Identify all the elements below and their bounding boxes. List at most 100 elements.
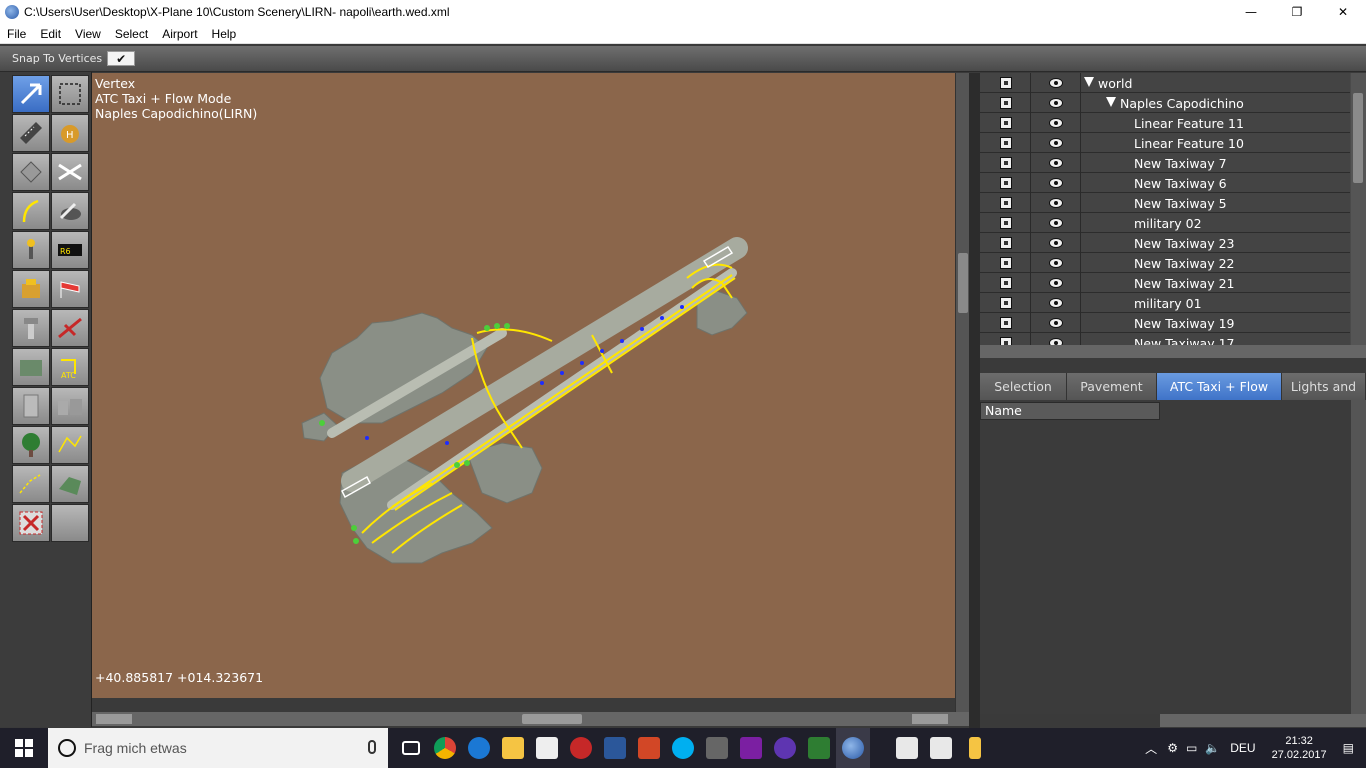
hierarchy-row[interactable]: New Taxiway 19 <box>980 313 1350 333</box>
maximize-button[interactable]: ❐ <box>1274 0 1320 24</box>
taskbar-java-1[interactable] <box>890 728 924 768</box>
eye-icon[interactable] <box>1049 178 1063 188</box>
hierarchy-row[interactable]: military 02 <box>980 213 1350 233</box>
eye-icon[interactable] <box>1049 198 1063 208</box>
atc-tool[interactable]: ATC <box>51 348 89 386</box>
forest-tool[interactable] <box>12 426 50 464</box>
taskbar-app-d[interactable] <box>768 728 802 768</box>
notifications-icon[interactable]: ▤ <box>1343 741 1354 755</box>
polygon-line-tool[interactable] <box>12 465 50 503</box>
ramp-start-tool[interactable] <box>51 309 89 347</box>
object-string-tool[interactable] <box>51 387 89 425</box>
sign-tool[interactable]: R6 <box>51 231 89 269</box>
hierarchy-vscroll-thumb[interactable] <box>1353 93 1363 183</box>
menu-view[interactable]: View <box>68 27 108 41</box>
hierarchy-row[interactable]: Linear Feature 10 <box>980 133 1350 153</box>
lock-icon[interactable] <box>1000 197 1012 209</box>
tray-battery-icon[interactable]: ▭ <box>1186 741 1197 755</box>
taskbar-app-b[interactable] <box>700 728 734 768</box>
close-button[interactable]: ✕ <box>1320 0 1366 24</box>
hierarchy-row[interactable]: military 01 <box>980 293 1350 313</box>
task-view-button[interactable] <box>394 728 428 768</box>
hierarchy-row[interactable]: New Taxiway 21 <box>980 273 1350 293</box>
lock-icon[interactable] <box>1000 317 1012 329</box>
hierarchy-row[interactable]: New Taxiway 5 <box>980 193 1350 213</box>
draped-polygon-tool[interactable] <box>51 465 89 503</box>
lock-icon[interactable] <box>1000 217 1012 229</box>
windsock-tool[interactable] <box>51 270 89 308</box>
taskbar-wed[interactable] <box>836 728 870 768</box>
tab-lights[interactable]: Lights and <box>1282 373 1366 400</box>
tray-chevron-up-icon[interactable]: ︿ <box>1145 740 1157 757</box>
disclosure-triangle-icon[interactable] <box>1084 77 1094 87</box>
map-vertical-scrollbar[interactable] <box>955 73 969 713</box>
taskbar-app-e[interactable] <box>802 728 836 768</box>
lock-icon[interactable] <box>1000 337 1012 345</box>
scroll-right-arrow-icon[interactable] <box>912 714 948 724</box>
taskbar-search[interactable]: Frag mich etwas <box>48 728 388 768</box>
lock-icon[interactable] <box>1000 177 1012 189</box>
hierarchy-row[interactable]: world <box>980 73 1350 93</box>
tab-selection[interactable]: Selection <box>980 373 1067 400</box>
eye-icon[interactable] <box>1049 158 1063 168</box>
taskbar-chrome[interactable] <box>428 728 462 768</box>
map-vscroll-thumb[interactable] <box>958 253 968 313</box>
taskbar-edge[interactable] <box>462 728 496 768</box>
hole-tool[interactable] <box>51 153 89 191</box>
tray-volume-icon[interactable]: 🔈 <box>1205 741 1220 755</box>
menu-edit[interactable]: Edit <box>33 27 68 41</box>
taskbar-skype[interactable] <box>666 728 700 768</box>
line-tool[interactable] <box>51 426 89 464</box>
name-column-header[interactable]: Name <box>980 402 1160 420</box>
lock-icon[interactable] <box>1000 137 1012 149</box>
taxi-line-tool[interactable] <box>12 192 50 230</box>
map-view[interactable]: Vertex ATC Taxi + Flow Mode Naples Capod… <box>92 73 955 698</box>
taskbar-app-a[interactable] <box>564 728 598 768</box>
lock-icon[interactable] <box>1000 297 1012 309</box>
hierarchy-row[interactable]: Naples Capodichino <box>980 93 1350 113</box>
pane-splitter[interactable] <box>969 73 980 728</box>
minimize-button[interactable]: — <box>1228 0 1274 24</box>
snap-to-vertices-checkbox[interactable]: ✔ <box>107 51 136 66</box>
menu-file[interactable]: File <box>0 27 33 41</box>
vertex-tool[interactable] <box>12 75 50 113</box>
marquee-tool[interactable] <box>51 75 89 113</box>
object-tool[interactable] <box>12 387 50 425</box>
taskbar-file[interactable] <box>958 728 992 768</box>
eye-icon[interactable] <box>1049 238 1063 248</box>
tray-network-icon[interactable]: ⚙ <box>1167 741 1178 755</box>
lock-icon[interactable] <box>1000 257 1012 269</box>
empty-tool[interactable] <box>51 504 89 542</box>
menu-help[interactable]: Help <box>205 27 244 41</box>
property-horizontal-scrollbar[interactable] <box>1160 714 1366 727</box>
tab-atc-taxi-flow[interactable]: ATC Taxi + Flow <box>1157 373 1282 400</box>
scroll-left-arrow-icon[interactable] <box>96 714 132 724</box>
lock-icon[interactable] <box>1000 117 1012 129</box>
taskbar-powerpoint[interactable] <box>632 728 666 768</box>
hierarchy-row[interactable]: New Taxiway 7 <box>980 153 1350 173</box>
helipad-tool[interactable]: H <box>51 114 89 152</box>
facade-tool[interactable] <box>12 348 50 386</box>
tab-pavement[interactable]: Pavement <box>1067 373 1157 400</box>
hierarchy-row[interactable]: New Taxiway 17 <box>980 333 1350 345</box>
microphone-icon[interactable] <box>368 740 376 754</box>
lock-icon[interactable] <box>1000 157 1012 169</box>
lock-icon[interactable] <box>1000 97 1012 109</box>
menu-select[interactable]: Select <box>108 27 155 41</box>
tray-language[interactable]: DEU <box>1230 741 1255 755</box>
lock-icon[interactable] <box>1000 77 1012 89</box>
taxiway-tool[interactable] <box>12 153 50 191</box>
eye-icon[interactable] <box>1049 298 1063 308</box>
menu-airport[interactable]: Airport <box>155 27 204 41</box>
tray-clock[interactable]: 21:32 27.02.2017 <box>1272 734 1327 762</box>
taskbar-store[interactable] <box>530 728 564 768</box>
property-vertical-scrollbar[interactable] <box>1351 400 1366 714</box>
eye-icon[interactable] <box>1049 118 1063 128</box>
eye-icon[interactable] <box>1049 338 1063 345</box>
disclosure-triangle-icon[interactable] <box>1106 97 1116 107</box>
runway-tool[interactable] <box>12 114 50 152</box>
taskbar-word[interactable] <box>598 728 632 768</box>
eye-icon[interactable] <box>1049 138 1063 148</box>
hierarchy-row[interactable]: Linear Feature 11 <box>980 113 1350 133</box>
map-hscroll-thumb[interactable] <box>522 714 582 724</box>
